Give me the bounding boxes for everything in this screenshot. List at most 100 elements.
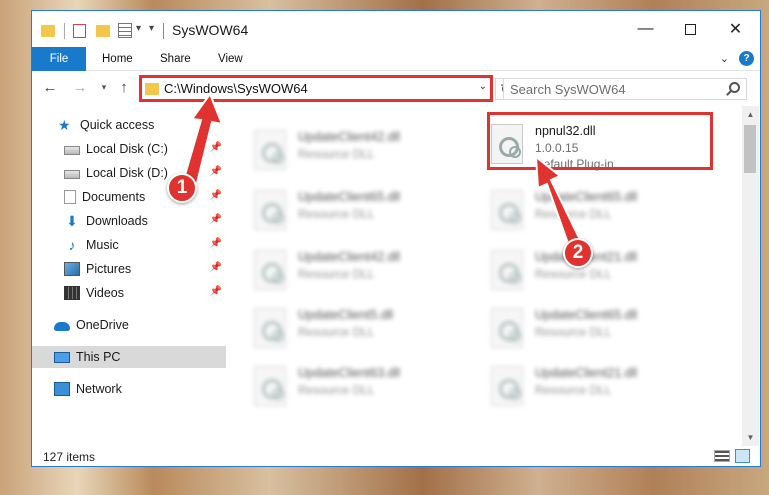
file-type: Resource DLL <box>535 207 612 221</box>
minimize-button[interactable]: — <box>623 11 668 47</box>
window-title: SysWOW64 <box>172 22 249 38</box>
list-item[interactable]: UpdateClient5.dll Resource DLL <box>254 304 484 356</box>
recent-locations-button[interactable]: ▾ <box>94 76 114 98</box>
music-icon: ♪ <box>68 237 76 253</box>
divider <box>163 23 164 39</box>
disk-icon <box>64 170 80 179</box>
file-name: UpdateClient21.dll <box>535 366 638 380</box>
tab-view[interactable]: View <box>210 47 251 71</box>
maximize-button[interactable] <box>668 11 713 47</box>
pin-icon[interactable]: 📌 <box>210 166 222 177</box>
sidebar-item-this-pc[interactable]: This PC <box>32 346 226 368</box>
sidebar-item-downloads[interactable]: ⬇ Downloads 📌 <box>32 210 226 232</box>
sidebar-item-label: Downloads <box>86 214 148 228</box>
list-item[interactable]: UpdateClient42.dll Resource DLL <box>254 126 484 178</box>
properties-check-icon[interactable] <box>73 24 86 38</box>
file-type: Resource DLL <box>535 325 612 339</box>
sidebar-item-pictures[interactable]: Pictures 📌 <box>32 258 226 280</box>
sidebar-item-onedrive[interactable]: OneDrive <box>32 314 226 336</box>
file-type: Resource DLL <box>535 383 612 397</box>
pin-icon[interactable]: 📌 <box>210 190 222 201</box>
dll-file-icon <box>254 130 286 170</box>
file-type: Resource DLL <box>298 147 375 161</box>
search-box[interactable] <box>503 78 747 100</box>
file-type: Resource DLL <box>298 325 375 339</box>
star-icon: ★ <box>58 117 71 133</box>
expand-ribbon-icon[interactable]: ⌄ <box>720 52 729 65</box>
list-item[interactable]: UpdateClient65.dll Resource DLL <box>491 186 721 238</box>
list-item[interactable]: UpdateClient21.dll Resource DLL <box>491 246 721 298</box>
explorer-window: ▾ ▾ SysWOW64 — ✕ File Home Share View ⌄ … <box>31 10 761 467</box>
folder-icon[interactable] <box>41 25 55 37</box>
file-name: UpdateClient42.dll <box>298 250 401 264</box>
file-type: Resource DLL <box>298 267 375 281</box>
address-path[interactable]: C:\Windows\SysWOW64 <box>164 81 308 96</box>
navigation-pane: ★ Quick access Local Disk (C:) 📌 Local D… <box>32 106 226 446</box>
properties-icon[interactable] <box>118 23 132 38</box>
close-button[interactable]: ✕ <box>713 11 758 47</box>
back-button[interactable]: ← <box>40 76 60 98</box>
title-bar: ▾ ▾ SysWOW64 — ✕ <box>32 11 760 47</box>
sidebar-item-label: Music <box>86 238 119 252</box>
sidebar-item-label: Pictures <box>86 262 132 276</box>
sidebar-item-network[interactable]: Network <box>32 378 226 400</box>
dll-file-icon <box>254 250 286 290</box>
scroll-up-icon[interactable]: ▲ <box>742 106 759 123</box>
dll-file-icon <box>491 190 523 230</box>
pin-icon[interactable]: 📌 <box>210 262 222 273</box>
navigation-bar: ← → ▾ ↑ C:\Windows\SysWOW64 ⌄ ↻ <box>32 72 760 104</box>
dll-file-icon <box>491 250 523 290</box>
file-name: UpdateClient63.dll <box>298 366 401 380</box>
sidebar-item-label: Documents <box>82 190 146 204</box>
sidebar-item-local-disk-d[interactable]: Local Disk (D:) 📌 <box>32 162 226 184</box>
new-folder-icon[interactable] <box>96 25 110 37</box>
dll-file-icon <box>254 308 286 348</box>
sidebar-item-label: Quick access <box>80 118 155 132</box>
file-name: UpdateClient42.dll <box>298 130 401 144</box>
file-name: UpdateClient5.dll <box>298 308 394 322</box>
dll-file-icon <box>491 366 523 406</box>
customize-toolbar-icon[interactable]: ▾ <box>149 23 154 41</box>
list-item[interactable]: UpdateClient42.dll Resource DLL <box>254 246 484 298</box>
file-name: UpdateClient65.dll <box>535 190 638 204</box>
tiles-view-icon[interactable] <box>735 449 750 463</box>
videos-icon <box>64 286 80 300</box>
step-marker-2: 2 <box>563 238 593 268</box>
file-name: UpdateClient65.dll <box>298 190 401 204</box>
list-item[interactable]: UpdateClient21.dll Resource DLL <box>491 362 721 414</box>
list-item[interactable]: UpdateClient65.dll Resource DLL <box>254 186 484 238</box>
maximize-icon <box>685 23 696 35</box>
file-type: Resource DLL <box>535 267 612 281</box>
sidebar-item-local-disk-c[interactable]: Local Disk (C:) 📌 <box>32 138 226 160</box>
scroll-down-icon[interactable]: ▼ <box>742 429 759 446</box>
up-button[interactable]: ↑ <box>114 76 134 98</box>
tab-file[interactable]: File <box>32 47 86 71</box>
sidebar-item-quick-access[interactable]: ★ Quick access <box>32 114 226 136</box>
chevron-down-icon[interactable]: ▾ <box>136 23 141 41</box>
details-view-icon[interactable] <box>714 450 730 462</box>
pin-icon[interactable]: 📌 <box>210 214 222 225</box>
divider <box>64 23 65 39</box>
vertical-scrollbar[interactable]: ▲ ▼ <box>742 106 759 446</box>
file-type: Resource DLL <box>298 207 375 221</box>
tab-share[interactable]: Share <box>152 47 199 71</box>
sidebar-item-videos[interactable]: Videos 📌 <box>32 282 226 304</box>
help-icon[interactable]: ? <box>739 51 754 66</box>
pin-icon[interactable]: 📌 <box>210 286 222 297</box>
dll-file-icon <box>491 308 523 348</box>
tab-home[interactable]: Home <box>94 47 141 71</box>
pin-icon[interactable]: 📌 <box>210 238 222 249</box>
list-item[interactable]: UpdateClient65.dll Resource DLL <box>491 304 721 356</box>
address-bar[interactable]: C:\Windows\SysWOW64 ⌄ <box>139 75 493 102</box>
chevron-down-icon[interactable]: ⌄ <box>479 81 487 92</box>
sidebar-item-music[interactable]: ♪ Music 📌 <box>32 234 226 256</box>
scroll-thumb[interactable] <box>744 125 756 173</box>
disk-icon <box>64 146 80 155</box>
list-item[interactable]: UpdateClient63.dll Resource DLL <box>254 362 484 414</box>
search-input[interactable] <box>510 79 720 99</box>
sidebar-item-label: OneDrive <box>76 318 129 332</box>
search-icon[interactable] <box>729 82 740 93</box>
forward-button[interactable]: → <box>70 76 90 98</box>
sidebar-item-label: Local Disk (C:) <box>86 142 168 156</box>
pin-icon[interactable]: 📌 <box>210 142 222 153</box>
